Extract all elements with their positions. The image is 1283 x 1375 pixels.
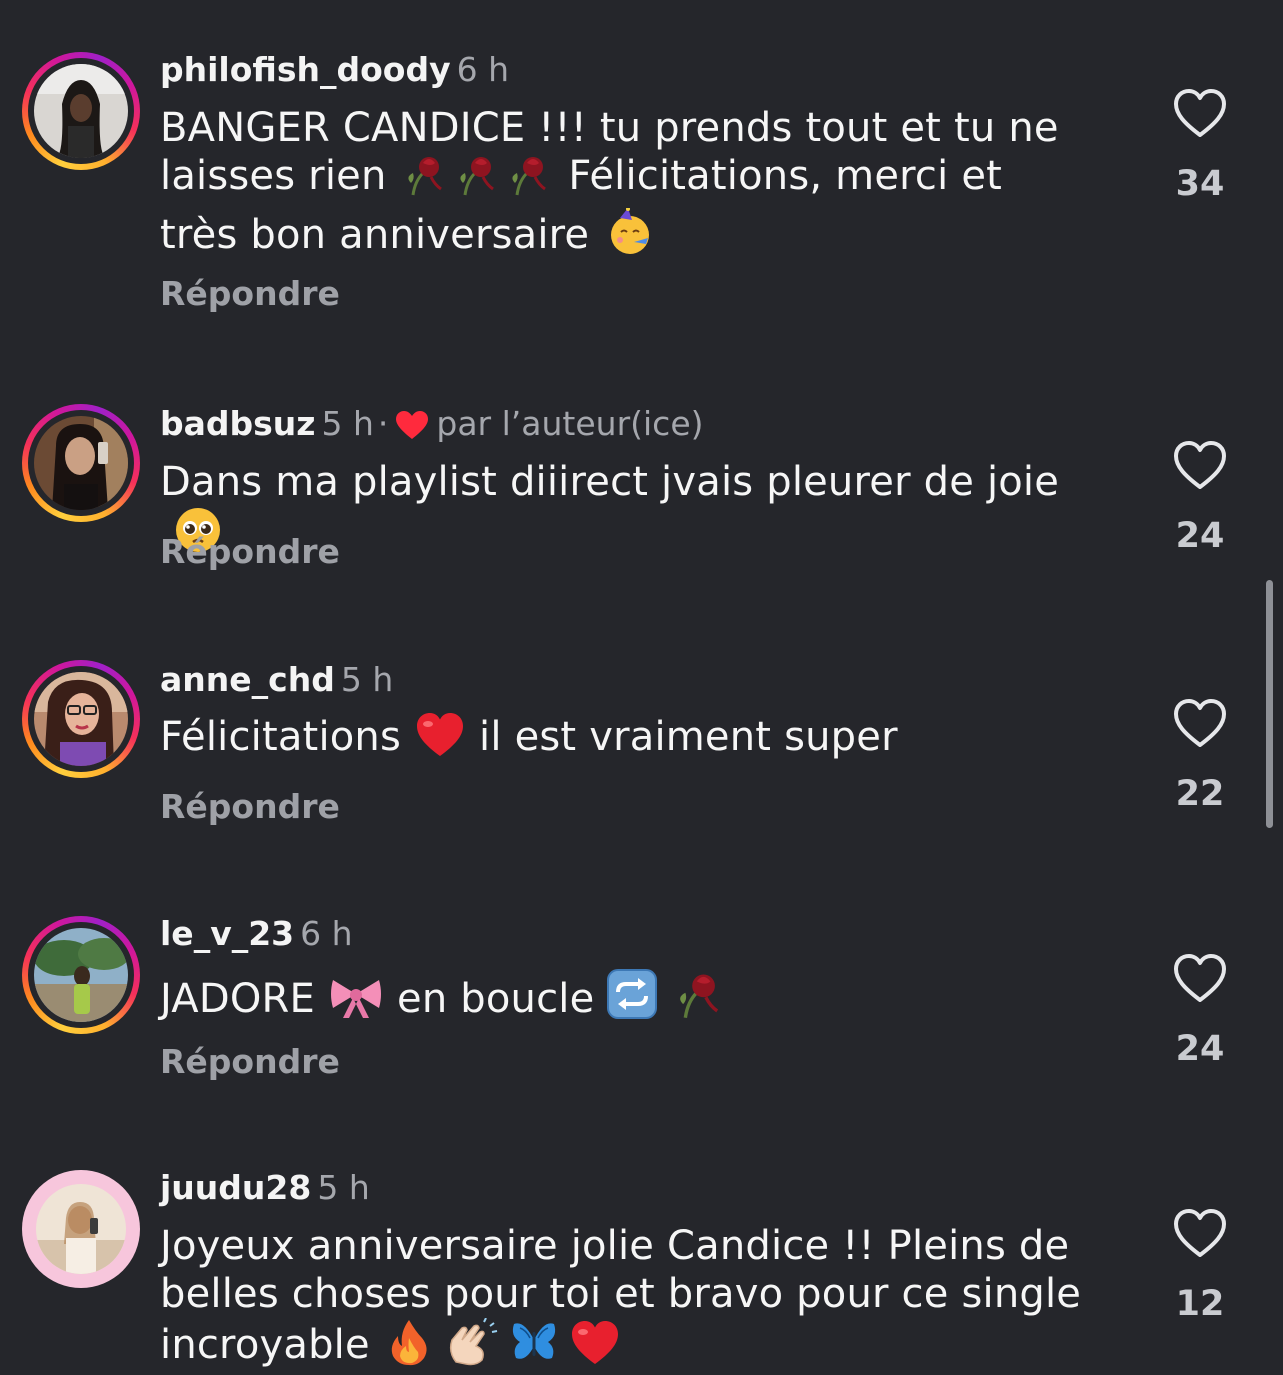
comment-text: Joyeux anniversaire jolie Candice !! Ple… xyxy=(160,1222,1090,1375)
butterfly-emoji xyxy=(510,1318,558,1375)
timestamp: 5 h xyxy=(340,660,394,699)
red-heart-emoji xyxy=(570,1320,620,1375)
reply-button[interactable]: Répondre xyxy=(160,1042,340,1081)
avatar[interactable] xyxy=(22,660,140,778)
avatar[interactable] xyxy=(22,916,140,1034)
fire-emoji xyxy=(386,1318,432,1375)
like-heart-icon[interactable] xyxy=(1172,953,1228,1005)
clapping-hands-emoji xyxy=(446,1317,498,1375)
username[interactable]: badbsuz xyxy=(160,404,315,443)
like-count: 22 xyxy=(1175,774,1225,814)
username[interactable]: juudu28 xyxy=(160,1168,311,1207)
author-liked-label: par l’auteur(ice) xyxy=(436,404,704,443)
avatar[interactable] xyxy=(22,52,140,170)
reply-button[interactable]: Répondre xyxy=(160,532,340,571)
separator: · xyxy=(377,404,389,443)
scrollbar[interactable] xyxy=(1266,580,1273,828)
wilted-rose-emoji xyxy=(674,970,724,1031)
timestamp: 5 h xyxy=(321,404,374,443)
wilted-rose-emoji xyxy=(507,153,551,208)
partying-face-emoji xyxy=(606,207,654,267)
username[interactable]: philofish_doody xyxy=(160,50,451,89)
avatar[interactable] xyxy=(22,1170,140,1288)
username[interactable]: anne_chd xyxy=(160,660,335,699)
avatar[interactable] xyxy=(22,404,140,522)
red-heart-emoji xyxy=(415,712,465,769)
like-heart-icon[interactable] xyxy=(1172,698,1228,750)
reply-button[interactable]: Répondre xyxy=(160,787,340,826)
username[interactable]: le_v_23 xyxy=(160,914,294,953)
like-heart-icon[interactable] xyxy=(1172,440,1228,492)
ribbon-emoji xyxy=(329,974,383,1031)
author-like-heart-icon xyxy=(394,409,430,450)
timestamp: 5 h xyxy=(317,1168,370,1207)
timestamp: 6 h xyxy=(456,50,510,89)
like-count: 24 xyxy=(1175,1029,1225,1069)
comment-text: BANGER CANDICE !!! tu prends tout et tu … xyxy=(160,104,1090,267)
like-count: 12 xyxy=(1175,1284,1225,1324)
repeat-button-emoji xyxy=(606,968,658,1031)
timestamp: 6 h xyxy=(300,914,353,953)
wilted-rose-emoji xyxy=(403,153,447,208)
wilted-rose-emoji xyxy=(455,153,499,208)
like-heart-icon[interactable] xyxy=(1172,1208,1228,1260)
comment-text: JADORE en boucle xyxy=(160,968,1090,1031)
reply-button[interactable]: Répondre xyxy=(160,274,340,313)
like-count: 24 xyxy=(1175,516,1225,556)
like-count: 34 xyxy=(1175,164,1225,204)
like-heart-icon[interactable] xyxy=(1172,88,1228,140)
comment-text: Félicitations il est vraiment super xyxy=(160,712,1090,769)
comments-screen: philofish_doody 6 h BANGER CANDICE !!! tu… xyxy=(0,0,1283,1375)
